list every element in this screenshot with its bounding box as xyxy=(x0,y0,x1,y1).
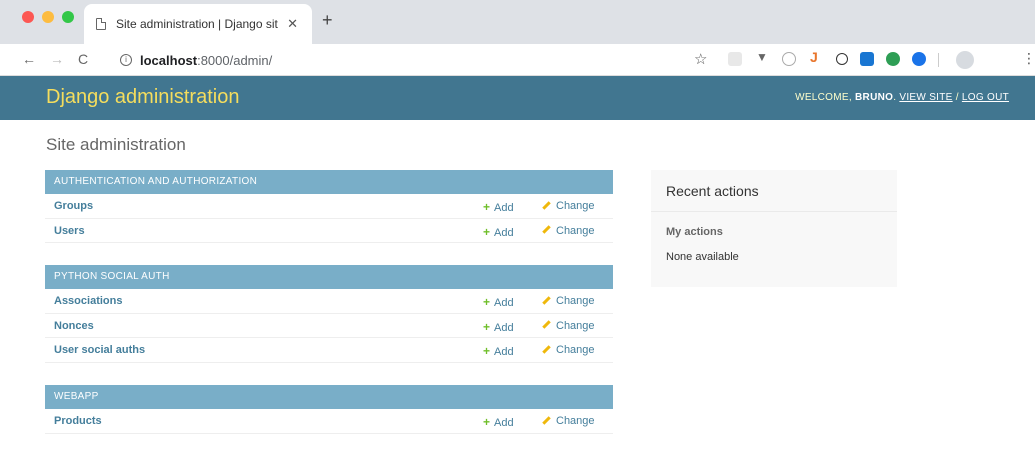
minimize-window-button[interactable] xyxy=(42,11,54,23)
module-caption[interactable]: AUTHENTICATION AND AUTHORIZATION xyxy=(45,170,613,194)
tab-title: Site administration | Django sit xyxy=(116,17,278,31)
extension-v-icon[interactable]: ▼ xyxy=(756,50,768,64)
model-row: User social auths + Add Change xyxy=(45,338,613,363)
bookmark-star-icon[interactable]: ☆ xyxy=(694,50,707,68)
change-link[interactable]: Change xyxy=(542,320,595,332)
change-label: Change xyxy=(556,200,595,212)
model-link-nonces[interactable]: Nonces xyxy=(54,320,94,332)
extension-icon[interactable] xyxy=(886,52,900,66)
browser-tab-strip: Site administration | Django sit ✕ + xyxy=(0,0,1035,44)
plus-icon: + xyxy=(483,344,491,358)
recent-actions-panel: Recent actions My actions None available xyxy=(651,170,897,287)
model-link-user-social-auths[interactable]: User social auths xyxy=(54,344,145,356)
change-label: Change xyxy=(556,344,595,356)
welcome-text: WELCOME, xyxy=(795,92,856,103)
view-site-link[interactable]: VIEW SITE xyxy=(899,92,952,103)
plus-icon: + xyxy=(483,224,491,239)
no-actions-text: None available xyxy=(666,251,739,263)
change-link[interactable]: Change xyxy=(542,200,595,212)
username: BRUNO xyxy=(855,92,894,103)
address-bar[interactable]: i localhost :8000/admin/ xyxy=(98,48,718,72)
pencil-icon xyxy=(542,225,551,234)
add-link[interactable]: + Add xyxy=(483,225,514,239)
close-tab-icon[interactable]: ✕ xyxy=(287,16,298,32)
profile-avatar[interactable] xyxy=(956,51,974,69)
log-out-link[interactable]: LOG OUT xyxy=(962,92,1009,103)
model-link-groups[interactable]: Groups xyxy=(54,200,93,212)
add-link[interactable]: + Add xyxy=(483,320,514,334)
add-label: Add xyxy=(494,417,514,429)
info-icon[interactable]: i xyxy=(120,54,132,66)
user-tools-separator: / xyxy=(952,92,962,103)
add-link[interactable]: + Add xyxy=(483,344,514,358)
reload-icon[interactable]: C xyxy=(78,51,88,67)
url-host: localhost xyxy=(140,52,198,68)
module-caption[interactable]: PYTHON SOCIAL AUTH xyxy=(45,265,613,289)
forward-arrow-icon[interactable]: → xyxy=(50,51,64,67)
plus-icon: + xyxy=(483,200,491,214)
model-row: Associations + Add Change xyxy=(45,289,613,314)
plus-icon: + xyxy=(483,295,491,309)
extension-icon[interactable] xyxy=(728,52,742,66)
module-caption[interactable]: WEBAPP xyxy=(45,385,613,409)
change-link[interactable]: Change xyxy=(542,225,595,237)
extension-hook-icon[interactable]: J xyxy=(810,49,818,65)
model-link-users[interactable]: Users xyxy=(54,225,85,237)
my-actions-heading: My actions xyxy=(666,226,723,238)
maximize-window-button[interactable] xyxy=(62,11,74,23)
add-label: Add xyxy=(494,321,514,334)
change-link[interactable]: Change xyxy=(542,344,595,356)
pencil-icon xyxy=(542,295,551,305)
add-label: Add xyxy=(494,346,514,358)
plus-icon: + xyxy=(483,319,491,334)
extension-s-icon[interactable] xyxy=(860,52,874,66)
add-link[interactable]: + Add xyxy=(483,415,514,429)
model-row: Nonces + Add Change xyxy=(45,314,613,338)
change-link[interactable]: Change xyxy=(542,295,595,307)
app-module-auth: AUTHENTICATION AND AUTHORIZATION Groups … xyxy=(45,170,613,243)
app-module-social-auth: PYTHON SOCIAL AUTH Associations + Add Cha… xyxy=(45,265,613,363)
model-row: Products + Add Change xyxy=(45,409,613,434)
url-path: :8000/admin/ xyxy=(197,52,273,68)
extension-zoom-icon[interactable] xyxy=(912,52,926,66)
site-branding[interactable]: Django administration xyxy=(46,86,239,109)
extension-power-icon[interactable] xyxy=(836,53,848,65)
page-icon xyxy=(96,18,106,30)
model-link-associations[interactable]: Associations xyxy=(54,295,122,307)
model-link-products[interactable]: Products xyxy=(54,415,102,427)
pencil-icon xyxy=(542,415,551,425)
model-row: Users + Add Change xyxy=(45,219,613,243)
pencil-icon xyxy=(542,344,551,354)
site-header: Django administration WELCOME, BRUNO. VI… xyxy=(0,76,1035,120)
change-link[interactable]: Change xyxy=(542,415,595,427)
browser-toolbar: ← → C i localhost :8000/admin/ ☆ ▼ J ⋮ xyxy=(0,44,1035,76)
change-label: Change xyxy=(556,319,595,332)
browser-tab[interactable]: Site administration | Django sit ✕ xyxy=(84,4,312,44)
change-label: Change xyxy=(556,224,595,237)
add-label: Add xyxy=(494,226,514,239)
change-label: Change xyxy=(556,295,595,307)
add-label: Add xyxy=(494,297,514,309)
pencil-icon xyxy=(542,320,551,329)
close-window-button[interactable] xyxy=(22,11,34,23)
change-label: Change xyxy=(556,415,595,427)
add-link[interactable]: + Add xyxy=(483,295,514,309)
recent-actions-title: Recent actions xyxy=(651,170,897,212)
add-link[interactable]: + Add xyxy=(483,200,514,214)
back-arrow-icon[interactable]: ← xyxy=(22,51,36,67)
pencil-icon xyxy=(542,200,551,210)
new-tab-button[interactable]: + xyxy=(322,10,333,31)
user-tools: WELCOME, BRUNO. VIEW SITE / LOG OUT xyxy=(795,92,1009,103)
model-row: Groups + Add Change xyxy=(45,194,613,219)
toolbar-divider xyxy=(938,53,939,67)
page-title: Site administration xyxy=(46,135,186,154)
extension-icon[interactable] xyxy=(782,52,796,66)
add-label: Add xyxy=(494,202,514,214)
browser-menu-icon[interactable]: ⋮ xyxy=(1022,50,1035,67)
plus-icon: + xyxy=(483,415,491,429)
app-module-webapp: WEBAPP Products + Add Change xyxy=(45,385,613,434)
